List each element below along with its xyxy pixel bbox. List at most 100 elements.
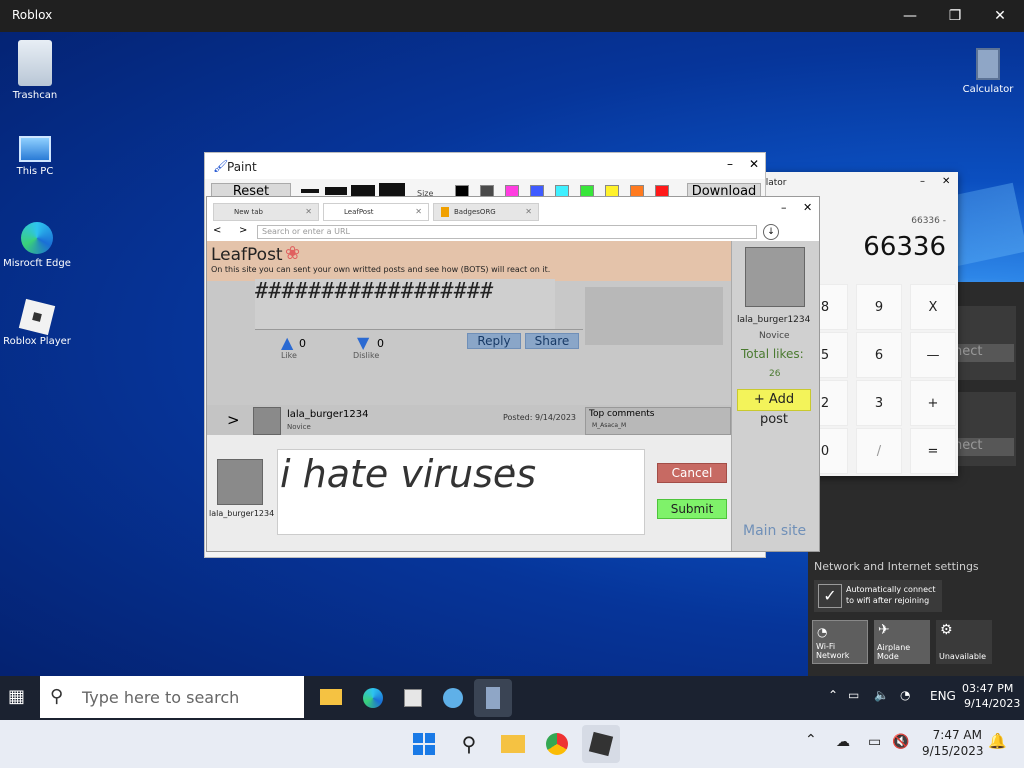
share-button[interactable]: Share xyxy=(525,333,579,349)
store-taskbar-icon[interactable] xyxy=(394,679,432,717)
brush-size-small[interactable] xyxy=(301,189,319,193)
browser-close-button[interactable]: ✕ xyxy=(803,201,812,214)
desktop-icon-label: Roblox Player xyxy=(3,336,71,347)
minimize-button[interactable]: — xyxy=(900,6,920,26)
taskbar-search-box[interactable]: ⚲ Type here to search xyxy=(40,676,304,718)
next-post-arrow[interactable]: > xyxy=(227,411,240,429)
reply-button[interactable]: Reply xyxy=(467,333,521,349)
close-tab-icon[interactable]: ✕ xyxy=(415,207,422,216)
calculator-key[interactable]: — xyxy=(910,332,956,378)
notification-bell-icon[interactable]: 🔔 xyxy=(988,732,1007,750)
leaf-icon: ❀ xyxy=(285,243,301,264)
browser-window: New tab ✕ LeafPost ✕ BadgesORG ✕ – ✕ < > Se… xyxy=(206,196,820,552)
browser-minimize-button[interactable]: – xyxy=(781,201,787,214)
language-indicator[interactable]: ENG xyxy=(930,689,956,703)
back-button[interactable]: < xyxy=(213,225,221,236)
edge-taskbar-icon[interactable] xyxy=(354,679,392,717)
maximize-button[interactable]: ❐ xyxy=(945,6,965,26)
trashcan-icon xyxy=(18,40,52,86)
battery-icon[interactable]: ▭ xyxy=(848,688,859,702)
taskbar-search-placeholder: Type here to search xyxy=(82,688,240,707)
forward-button[interactable]: > xyxy=(239,225,247,236)
cancel-button[interactable]: Cancel xyxy=(657,463,727,483)
profile-rank: Novice xyxy=(759,331,790,341)
chrome-taskbar-icon[interactable] xyxy=(538,725,576,763)
tab-new-tab[interactable]: New tab ✕ xyxy=(213,203,319,221)
desktop-icon-edge[interactable]: Misrocft Edge xyxy=(2,222,72,269)
post-username[interactable]: lala_burger1234 xyxy=(287,409,369,420)
brush-icon: 🖌 xyxy=(213,159,229,173)
download-icon[interactable]: ↓ xyxy=(763,224,779,240)
thumbs-down-icon[interactable]: ▼ xyxy=(357,333,369,352)
file-explorer-taskbar-icon[interactable] xyxy=(312,679,350,717)
auto-connect-label: Automatically connect to wifi after rejo… xyxy=(846,585,936,605)
calculator-key[interactable]: 3 xyxy=(856,380,902,426)
host-taskbar-date[interactable]: 9/15/2023 xyxy=(922,744,984,758)
calculator-key[interactable]: X xyxy=(910,284,956,330)
main-site-link[interactable]: Main site xyxy=(743,523,806,539)
unavailable-tile[interactable]: ⚙ Unavailable xyxy=(936,620,992,664)
roblox-icon xyxy=(18,298,56,336)
search-icon[interactable]: ⚲ xyxy=(450,725,488,763)
calculator-key[interactable]: + xyxy=(910,380,956,426)
calculator-key[interactable]: 9 xyxy=(856,284,902,330)
url-bar[interactable]: Search or enter a URL xyxy=(257,225,757,239)
gear-icon: ⚙ xyxy=(940,622,953,638)
host-taskbar-time[interactable]: 7:47 AM xyxy=(930,728,982,742)
wifi-icon: ◔ xyxy=(817,625,828,639)
airplane-mode-tile[interactable]: ✈ Airplane Mode xyxy=(874,620,930,664)
volume-icon[interactable]: 🔈 xyxy=(874,688,889,702)
display-icon[interactable]: ▭ xyxy=(868,734,881,750)
paint-title-bar xyxy=(205,153,765,179)
calculator-close-button[interactable]: ✕ xyxy=(942,176,950,187)
file-explorer-taskbar-icon[interactable] xyxy=(494,725,532,763)
chevron-up-icon[interactable]: ⌃ xyxy=(805,732,817,748)
desktop-icon-calculator[interactable]: Calculator xyxy=(953,48,1023,95)
paint-minimize-button[interactable]: – xyxy=(727,157,733,171)
desktop-icon-label: Trashcan xyxy=(12,90,58,101)
windows-start-icon[interactable] xyxy=(405,725,443,763)
volume-muted-icon[interactable]: 🔇 xyxy=(892,734,909,750)
thumbs-up-icon[interactable]: ▲ xyxy=(281,333,293,352)
checkbox-icon[interactable]: ✓ xyxy=(818,584,842,608)
taskbar-date[interactable]: 9/14/2023 xyxy=(964,697,1020,710)
roblox-studio-taskbar-icon[interactable] xyxy=(434,679,472,717)
calculator-minimize-button[interactable]: – xyxy=(920,176,925,187)
app-title-bar: Roblox — ❐ ✕ xyxy=(0,0,1024,32)
post-text-input[interactable]: i hate viruses xyxy=(277,449,645,535)
calculator-key[interactable]: = xyxy=(910,428,956,474)
close-tab-icon[interactable]: ✕ xyxy=(305,207,312,216)
chevron-up-icon[interactable]: ⌃ xyxy=(828,688,838,702)
roblox-taskbar-icon[interactable] xyxy=(582,725,620,763)
desktop-icon-label: This PC xyxy=(16,166,54,177)
wifi-network-tile[interactable]: ◔ Wi-Fi Network xyxy=(812,620,868,664)
calculator-key[interactable]: / xyxy=(856,428,902,474)
inner-taskbar: ▦ ⚲ Type here to search ⌃ ▭ 🔈 ◔ ENG 03:4… xyxy=(0,676,1024,720)
close-tab-icon[interactable]: ✕ xyxy=(525,207,532,216)
desktop-icon-trashcan[interactable]: Trashcan xyxy=(0,40,70,101)
windows-start-icon[interactable]: ▦ xyxy=(8,686,25,707)
calculator-expression: 66336 - xyxy=(911,216,946,226)
brush-size-medium[interactable] xyxy=(325,187,347,195)
calculator-key[interactable]: 6 xyxy=(856,332,902,378)
desktop-icon-label: Calculator xyxy=(962,84,1014,95)
add-post-button[interactable]: + Add post xyxy=(737,389,811,427)
avatar xyxy=(745,247,805,307)
onedrive-icon[interactable]: ☁ xyxy=(836,734,850,750)
site-logo: LeafPost xyxy=(211,245,283,265)
desktop-icon-roblox[interactable]: Roblox Player xyxy=(2,298,72,347)
brush-size-xlarge[interactable] xyxy=(379,183,405,197)
post-date: Posted: 9/14/2023 xyxy=(503,413,576,422)
badges-tab-icon xyxy=(441,207,449,217)
tab-leafpost[interactable]: LeafPost ✕ xyxy=(323,203,429,221)
calculator-taskbar-icon[interactable] xyxy=(474,679,512,717)
network-settings-link[interactable]: Network and Internet settings xyxy=(814,560,979,573)
close-button[interactable]: ✕ xyxy=(990,6,1010,26)
desktop-icon-this-pc[interactable]: This PC xyxy=(0,136,70,177)
wifi-icon[interactable]: ◔ xyxy=(900,688,910,702)
auto-connect-option[interactable]: ✓ Automatically connect to wifi after re… xyxy=(814,580,942,612)
submit-button[interactable]: Submit xyxy=(657,499,727,519)
paint-close-button[interactable]: ✕ xyxy=(749,157,759,171)
taskbar-time[interactable]: 03:47 PM xyxy=(962,682,1013,695)
total-likes-count: 26 xyxy=(769,369,781,379)
